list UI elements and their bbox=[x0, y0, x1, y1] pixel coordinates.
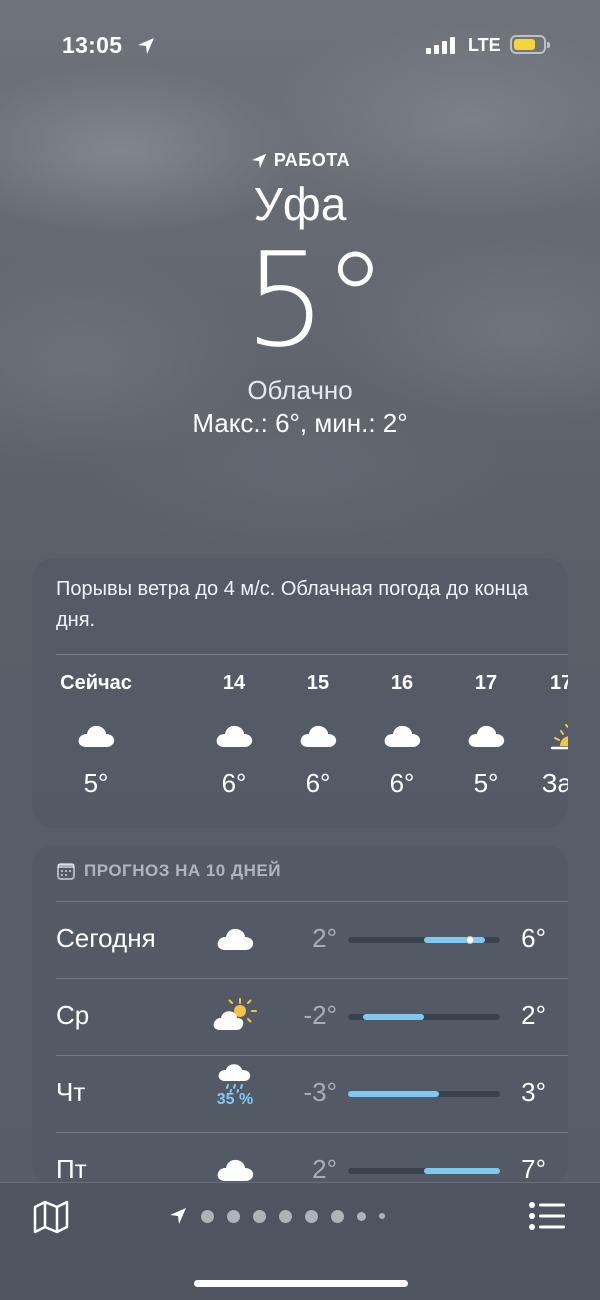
status-bar: 13:05 LTE bbox=[0, 28, 600, 64]
day-name: Пт bbox=[56, 1154, 87, 1184]
daily-row[interactable]: Сегодня 2° 6° bbox=[32, 901, 568, 978]
network-type: LTE bbox=[468, 35, 501, 55]
temperature-range-bar bbox=[348, 1091, 440, 1097]
battery-icon bbox=[510, 35, 550, 54]
hourly-forecast-card[interactable]: Порывы ветра до 4 м/с. Облачная погода д… bbox=[32, 558, 568, 828]
temperature-range-track bbox=[348, 1014, 500, 1020]
high-temperature: 6° bbox=[521, 923, 546, 953]
cloud-icon bbox=[207, 913, 263, 963]
temperature-range-bar bbox=[424, 1168, 500, 1174]
location-arrow-icon bbox=[138, 38, 154, 54]
current-temperature: 5° bbox=[244, 224, 388, 376]
hourly-time: Сейчас bbox=[60, 672, 132, 694]
cloud-icon bbox=[192, 702, 276, 768]
high-temperature: 7° bbox=[521, 1154, 546, 1184]
precipitation-chance: 35 % bbox=[216, 1091, 254, 1108]
cloud-icon bbox=[54, 702, 138, 768]
bottom-toolbar bbox=[0, 1182, 600, 1300]
low-temperature: 2° bbox=[312, 1154, 337, 1184]
home-indicator[interactable] bbox=[194, 1280, 408, 1287]
daily-row[interactable]: Пт 2° 7° bbox=[32, 1132, 568, 1185]
hourly-temperature: 6° bbox=[221, 768, 247, 798]
hourly-item: 15 6° bbox=[276, 672, 360, 799]
daily-forecast-header: ПРОГНОЗ НА 10 ДНЕЙ bbox=[56, 861, 281, 881]
page-dot[interactable] bbox=[331, 1209, 344, 1223]
forecast-summary: Порывы ветра до 4 м/с. Облачная погода д… bbox=[56, 578, 529, 631]
hourly-item: 17:2 Зака bbox=[528, 672, 568, 799]
hourly-temperature: 5° bbox=[83, 768, 109, 798]
page-dot[interactable] bbox=[379, 1213, 385, 1219]
hourly-item: Сейчас 5° bbox=[54, 672, 138, 799]
page-dot[interactable] bbox=[201, 1209, 214, 1223]
day-name: Ср bbox=[56, 1000, 90, 1030]
daily-row[interactable]: Ср -2° 2° bbox=[32, 978, 568, 1055]
hourly-temperature: Зака bbox=[541, 768, 568, 798]
hourly-time: 15 bbox=[306, 672, 330, 694]
temperature-range-track bbox=[348, 1168, 500, 1174]
hourly-time: 17:2 bbox=[549, 672, 568, 694]
page-dot[interactable] bbox=[253, 1209, 266, 1223]
current-condition: Облачно bbox=[247, 375, 353, 405]
hourly-time: 17 bbox=[474, 672, 498, 694]
hourly-item: 14 6° bbox=[192, 672, 276, 799]
hourly-item: 17 5° bbox=[444, 672, 528, 799]
low-temperature: 2° bbox=[312, 923, 337, 953]
location-label: РАБОТА bbox=[0, 150, 600, 171]
low-temperature: -3° bbox=[303, 1077, 337, 1107]
current-temperature-marker bbox=[465, 936, 474, 944]
day-name: Чт bbox=[56, 1077, 86, 1107]
page-dot[interactable] bbox=[279, 1209, 292, 1223]
hourly-time: 14 bbox=[222, 672, 246, 694]
map-icon[interactable] bbox=[32, 1199, 70, 1235]
page-indicator[interactable] bbox=[168, 1205, 385, 1227]
cloud-icon bbox=[444, 702, 528, 768]
signal-strength-icon bbox=[426, 36, 460, 54]
cloud-icon bbox=[360, 702, 444, 768]
high-temperature: 3° bbox=[521, 1077, 546, 1107]
divider bbox=[56, 654, 568, 655]
location-arrow-icon bbox=[251, 153, 267, 168]
hourly-time: 16 bbox=[390, 672, 414, 694]
high-low-temperature: Макс.: 6°, мин.: 2° bbox=[192, 408, 408, 438]
current-weather: РАБОТА Уфа 5° Облачно Макс.: 6°, мин.: 2… bbox=[0, 150, 600, 439]
hourly-item: 16 6° bbox=[360, 672, 444, 799]
partly-sunny-icon bbox=[207, 990, 263, 1040]
hourly-temperature: 5° bbox=[473, 768, 499, 798]
page-dot[interactable] bbox=[305, 1209, 318, 1223]
page-dot[interactable] bbox=[227, 1209, 240, 1223]
city-name: Уфа bbox=[253, 178, 347, 230]
high-temperature: 2° bbox=[521, 1000, 546, 1030]
daily-forecast-title: ПРОГНОЗ НА 10 ДНЕЙ bbox=[84, 861, 281, 880]
cloud-icon bbox=[276, 702, 360, 768]
current-location-page-icon[interactable] bbox=[168, 1206, 188, 1226]
cloud-icon bbox=[207, 1144, 263, 1185]
calendar-icon bbox=[57, 863, 75, 880]
temperature-range-track bbox=[348, 1091, 500, 1097]
hourly-list[interactable]: Сейчас 5° 14 6° 15 6° 16 6° 17 5° 17:2 Зака bbox=[32, 672, 568, 822]
sunset-icon bbox=[528, 702, 568, 768]
page-dot[interactable] bbox=[357, 1211, 366, 1221]
temperature-range-bar bbox=[424, 937, 485, 943]
status-time: 13:05 bbox=[62, 32, 123, 58]
daily-row[interactable]: Чт 35 % -3° 3° bbox=[32, 1055, 568, 1132]
list-icon[interactable] bbox=[528, 1201, 566, 1231]
hourly-temperature: 6° bbox=[305, 768, 331, 798]
daily-forecast-card[interactable]: ПРОГНОЗ НА 10 ДНЕЙ Сегодня 2° 6° Ср -2° 2° Чт 3… bbox=[32, 845, 568, 1185]
temperature-range-bar bbox=[363, 1014, 424, 1020]
temperature-range-track bbox=[348, 936, 500, 944]
low-temperature: -2° bbox=[303, 1000, 337, 1030]
rain-cloud-icon: 35 % bbox=[207, 1061, 263, 1111]
day-name: Сегодня bbox=[56, 923, 156, 953]
hourly-temperature: 6° bbox=[389, 768, 415, 798]
location-label-text: РАБОТА bbox=[273, 150, 351, 170]
